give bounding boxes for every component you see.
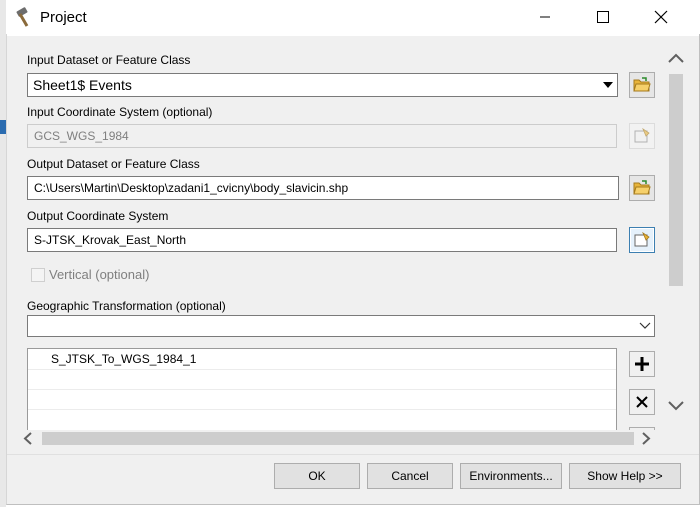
vertical-checkbox bbox=[31, 268, 45, 282]
hammer-icon bbox=[14, 7, 36, 27]
input-dataset-value: Sheet1$ Events bbox=[33, 77, 132, 93]
remove-transformation-button[interactable] bbox=[629, 389, 655, 415]
chevron-down-icon[interactable] bbox=[667, 400, 685, 412]
open-folder-icon bbox=[633, 180, 651, 195]
browse-input-button[interactable] bbox=[629, 72, 655, 98]
output-dataset-label: Output Dataset or Feature Class bbox=[27, 157, 200, 171]
input-dataset-combo[interactable]: Sheet1$ Events bbox=[27, 73, 618, 97]
output-dataset-input[interactable]: C:\Users\Martin\Desktop\zadani1_cvicny\b… bbox=[27, 176, 619, 200]
horizontal-scroll-thumb[interactable] bbox=[42, 432, 634, 445]
close-icon bbox=[654, 10, 668, 24]
plus-icon bbox=[635, 357, 649, 371]
chevron-up-icon[interactable] bbox=[667, 52, 685, 64]
list-item bbox=[28, 389, 616, 410]
geo-transform-label: Geographic Transformation (optional) bbox=[27, 299, 226, 313]
list-item-text: S_JTSK_To_WGS_1984_1 bbox=[51, 352, 197, 366]
list-item[interactable]: S_JTSK_To_WGS_1984_1 bbox=[28, 349, 616, 370]
vertical-label: Vertical (optional) bbox=[49, 267, 150, 282]
x-icon bbox=[636, 396, 648, 408]
close-button[interactable] bbox=[638, 0, 684, 34]
vertical-scroll-thumb[interactable] bbox=[669, 74, 683, 286]
list-item bbox=[28, 409, 616, 429]
output-cs-label: Output Coordinate System bbox=[27, 209, 169, 223]
add-transformation-button[interactable] bbox=[629, 351, 655, 377]
output-cs-field[interactable]: S-JTSK_Krovak_East_North bbox=[27, 228, 617, 252]
maximize-icon bbox=[597, 11, 609, 23]
spatial-reference-icon bbox=[634, 232, 650, 247]
open-folder-icon bbox=[633, 77, 651, 92]
chevron-down-icon bbox=[603, 82, 613, 88]
maximize-button[interactable] bbox=[580, 0, 626, 34]
geo-transform-combo[interactable] bbox=[27, 315, 655, 337]
chevron-left-icon[interactable] bbox=[22, 432, 34, 445]
vertical-scrollbar[interactable] bbox=[664, 44, 688, 416]
combo-dropdown-button[interactable] bbox=[599, 74, 617, 96]
input-cs-field: GCS_WGS_1984 bbox=[27, 124, 617, 148]
window-title: Project bbox=[40, 9, 87, 26]
spatial-reference-icon bbox=[634, 128, 650, 143]
show-help-button[interactable]: Show Help >> bbox=[569, 463, 681, 489]
minimize-button[interactable] bbox=[522, 0, 568, 34]
input-dataset-label: Input Dataset or Feature Class bbox=[27, 53, 191, 67]
list-item bbox=[28, 369, 616, 390]
output-dataset-value: C:\Users\Martin\Desktop\zadani1_cvicny\b… bbox=[34, 181, 349, 195]
ok-button[interactable]: OK bbox=[274, 463, 360, 489]
minimize-icon bbox=[540, 16, 550, 18]
horizontal-scrollbar[interactable] bbox=[18, 430, 660, 447]
cancel-button[interactable]: Cancel bbox=[367, 463, 453, 489]
output-cs-value: S-JTSK_Krovak_East_North bbox=[34, 233, 187, 247]
output-cs-properties-button[interactable] bbox=[629, 227, 655, 253]
chevron-right-icon[interactable] bbox=[640, 432, 652, 445]
input-cs-value: GCS_WGS_1984 bbox=[34, 129, 129, 143]
input-cs-label: Input Coordinate System (optional) bbox=[27, 105, 213, 119]
transformation-list[interactable]: S_JTSK_To_WGS_1984_1 bbox=[27, 348, 617, 432]
chevron-down-icon bbox=[639, 322, 651, 329]
browse-output-button[interactable] bbox=[629, 175, 655, 201]
input-cs-properties-button bbox=[629, 123, 655, 149]
combo-dropdown-button[interactable] bbox=[636, 316, 654, 336]
environments-button[interactable]: Environments... bbox=[460, 463, 562, 489]
